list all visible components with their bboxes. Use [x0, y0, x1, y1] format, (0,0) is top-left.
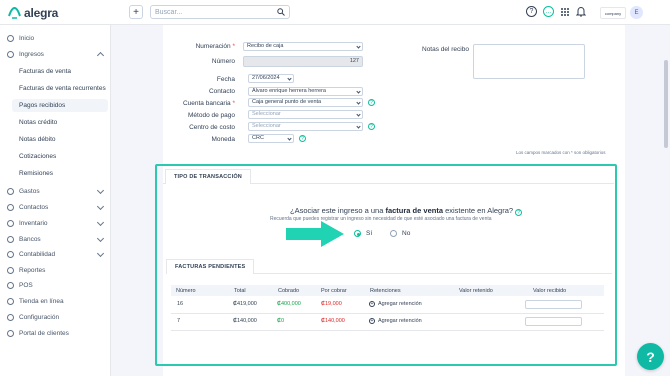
numeracion-select[interactable]: Recibo de caja	[243, 42, 363, 51]
chevron-down-icon	[287, 136, 292, 141]
income-icon	[7, 51, 14, 58]
company-switcher[interactable]: company E	[600, 6, 643, 19]
alegra-logo[interactable]: alegra	[8, 6, 58, 20]
sidebar-item-label: Portal de clientes	[19, 330, 69, 337]
moneda-help-icon[interactable]: ?	[299, 135, 306, 142]
sidebar-item-configuracion[interactable]: Configuración	[7, 311, 107, 324]
sidebar-subitem-facturas[interactable]: Facturas de venta	[12, 65, 108, 78]
sidebar-item-label: Ingresos	[19, 51, 44, 58]
store-icon	[7, 298, 14, 305]
alegra-logo-icon	[8, 7, 21, 19]
bank-icon	[7, 236, 14, 243]
quick-add-button[interactable]: +	[129, 5, 143, 19]
sidebar-subitem-pagos-recibidos[interactable]: Pagos recibidos	[12, 99, 108, 112]
search-input[interactable]	[155, 8, 265, 16]
bell-icon[interactable]	[576, 6, 586, 17]
chevron-down-icon	[356, 89, 361, 94]
chevron-down-icon	[96, 218, 105, 227]
sidebar-item-pos[interactable]: POS	[7, 279, 107, 292]
cuenta-help-icon[interactable]: ?	[368, 99, 375, 106]
numero-field: 127	[243, 56, 363, 67]
help-icon[interactable]: ?	[526, 6, 537, 17]
chevron-down-icon	[287, 76, 292, 81]
sidebar-item-label: Tienda en línea	[19, 298, 64, 305]
chevron-down-icon	[96, 202, 105, 211]
top-icons: ? …	[526, 6, 586, 17]
highlight-frame	[155, 164, 617, 366]
chevron-up-icon	[96, 51, 105, 60]
sidebar-subitem-remisiones[interactable]: Remisiones	[12, 167, 108, 180]
sidebar: Inicio Ingresos Facturas de venta Factur…	[0, 25, 111, 376]
sidebar-item-label: Contactos	[19, 204, 49, 211]
sidebar-item-label: Reportes	[19, 267, 46, 274]
sidebar-item-tienda[interactable]: Tienda en línea	[7, 295, 107, 308]
numeracion-label: Numeración *	[195, 43, 235, 50]
top-bar: alegra + ? … company E	[0, 0, 670, 25]
inventory-icon	[7, 220, 14, 227]
chevron-down-icon	[356, 112, 361, 117]
sidebar-subitem-notas-credito[interactable]: Notas crédito	[12, 116, 108, 129]
sidebar-item-contactos[interactable]: Contactos	[7, 201, 107, 214]
sidebar-item-reportes[interactable]: Reportes	[7, 264, 107, 277]
metodo-select[interactable]: Seleccionar	[248, 110, 363, 119]
sidebar-subitem-notas-debito[interactable]: Notas débito	[12, 133, 108, 146]
sidebar-item-gastos[interactable]: Gastos	[7, 185, 107, 198]
home-icon	[7, 35, 14, 42]
centro-label: Centro de costo	[189, 124, 235, 131]
help-fab-button[interactable]: ?	[637, 343, 664, 370]
company-logo: company	[600, 6, 626, 19]
chevron-down-icon	[96, 249, 105, 258]
notas-textarea[interactable]	[473, 44, 585, 79]
chevron-down-icon	[356, 124, 361, 129]
contacto-select[interactable]: Alvaro enrique herrera herrera	[248, 87, 363, 96]
contacts-icon	[7, 204, 14, 211]
moneda-label: Moneda	[211, 136, 236, 143]
required-note: Los campos marcados con * son obligatori…	[516, 150, 606, 155]
centro-help-icon[interactable]: ?	[368, 123, 375, 130]
search-icon[interactable]	[277, 8, 285, 16]
metodo-label: Método de pago	[188, 112, 235, 119]
sidebar-item-label: Gastos	[19, 188, 40, 195]
sidebar-item-bancos[interactable]: Bancos	[7, 233, 107, 246]
app-name: alegra	[24, 6, 59, 20]
search-bar[interactable]	[150, 5, 290, 19]
notas-label: Notas del recibo	[422, 46, 469, 53]
fecha-field[interactable]: 27/06/2024	[248, 74, 294, 83]
chevron-down-icon	[356, 100, 361, 105]
cuenta-label: Cuenta bancaria *	[182, 100, 235, 107]
avatar[interactable]: E	[630, 6, 643, 19]
numero-label: Número	[211, 58, 235, 65]
scrollbar-thumb[interactable]	[664, 60, 668, 148]
sidebar-item-inicio[interactable]: Inicio	[7, 32, 107, 45]
sidebar-item-label: Inicio	[19, 35, 35, 42]
sidebar-item-label: Inventario	[19, 220, 48, 227]
sidebar-item-label: Bancos	[19, 236, 41, 243]
accounting-icon	[7, 251, 14, 258]
chevron-down-icon	[356, 44, 361, 49]
settings-icon	[7, 314, 14, 321]
centro-select[interactable]: Seleccionar	[248, 122, 363, 131]
portal-icon	[7, 330, 14, 337]
sidebar-subitem-facturas-recurrentes[interactable]: Facturas de venta recurrentes	[12, 82, 108, 95]
sidebar-subitem-cotizaciones[interactable]: Cotizaciones	[12, 150, 108, 163]
sidebar-item-contabilidad[interactable]: Contabilidad	[7, 248, 107, 261]
contacto-label: Contacto	[208, 88, 235, 95]
sidebar-item-label: Contabilidad	[19, 251, 56, 258]
sidebar-item-ingresos[interactable]: Ingresos	[7, 48, 107, 61]
sidebar-item-label: Configuración	[19, 314, 60, 321]
moneda-select[interactable]: CRC	[248, 134, 294, 143]
expenses-icon	[7, 188, 14, 195]
apps-grid-icon[interactable]	[560, 7, 570, 17]
reports-icon	[7, 267, 14, 274]
chevron-down-icon	[96, 234, 105, 243]
sidebar-item-portal[interactable]: Portal de clientes	[7, 327, 107, 340]
chat-icon[interactable]: …	[543, 6, 554, 17]
pos-icon	[7, 282, 14, 289]
chevron-down-icon	[96, 186, 105, 195]
sidebar-item-label: POS	[19, 282, 33, 289]
fecha-label: Fecha	[216, 76, 235, 83]
cuenta-select[interactable]: Caja general punto de venta	[248, 98, 363, 107]
sidebar-item-inventario[interactable]: Inventario	[7, 217, 107, 230]
